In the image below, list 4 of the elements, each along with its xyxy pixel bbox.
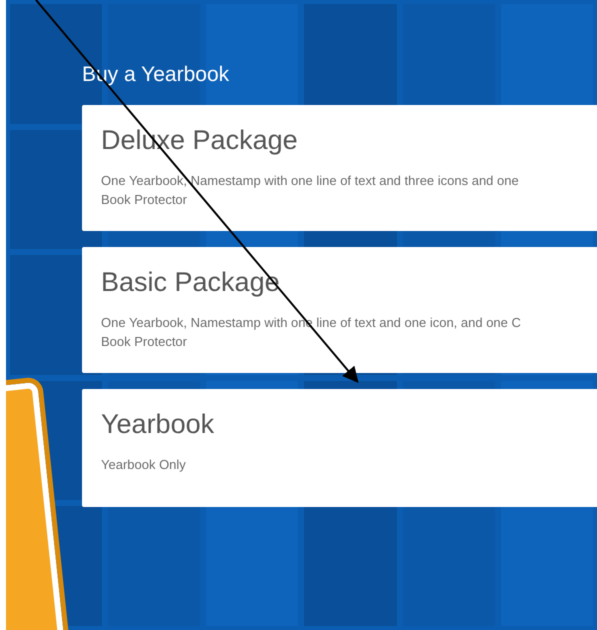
package-card[interactable]: Yearbook Yearbook Only — [82, 389, 597, 507]
package-title: Yearbook — [101, 408, 214, 441]
package-description: One Yearbook, Namestamp with one line of text and three icons and one Book Protector — [101, 172, 519, 209]
package-description: Yearbook Only — [101, 456, 186, 474]
